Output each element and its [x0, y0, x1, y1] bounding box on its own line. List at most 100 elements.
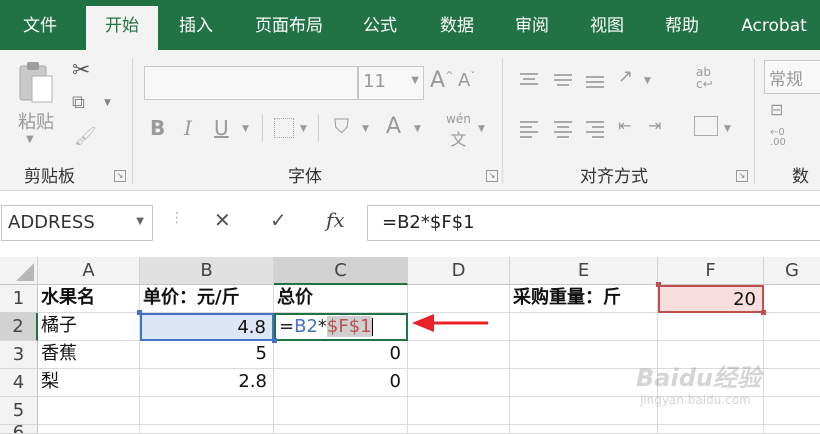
- row-header-1[interactable]: 1: [0, 285, 38, 313]
- cell-a4[interactable]: 梨: [38, 369, 140, 397]
- tab-view[interactable]: 视图: [573, 0, 641, 50]
- merge-dropdown-icon[interactable]: ▼: [724, 124, 731, 134]
- column-header-g[interactable]: G: [764, 257, 820, 285]
- underline-icon[interactable]: U: [214, 116, 229, 140]
- cell-b5[interactable]: [140, 397, 274, 425]
- font-size-combo[interactable]: 11 ▼: [358, 66, 424, 100]
- align-right-icon[interactable]: [584, 118, 606, 144]
- cell-c6[interactable]: [274, 425, 408, 434]
- cell-d6[interactable]: [408, 425, 510, 434]
- cell-d1[interactable]: [408, 285, 510, 313]
- phonetic-dropdown-icon[interactable]: ▼: [478, 124, 485, 134]
- row-header-4[interactable]: 4: [0, 369, 38, 397]
- cancel-icon[interactable]: ✕: [214, 208, 231, 232]
- tab-file[interactable]: 文件: [0, 0, 80, 50]
- cell-d4[interactable]: [408, 369, 510, 397]
- fill-color-dropdown-icon[interactable]: ▼: [362, 124, 369, 134]
- cell-a1[interactable]: 水果名: [38, 285, 140, 313]
- merge-center-icon[interactable]: [694, 116, 718, 136]
- column-header-c[interactable]: C: [274, 257, 408, 285]
- borders-dropdown-icon[interactable]: ▼: [300, 124, 307, 134]
- name-box[interactable]: ADDRESS ▼: [1, 205, 153, 241]
- orientation-dropdown-icon[interactable]: ▼: [644, 76, 651, 86]
- font-launcher-icon[interactable]: ↘: [486, 170, 498, 182]
- chevron-down-icon[interactable]: ▼: [411, 75, 419, 86]
- cell-e2[interactable]: [510, 313, 658, 341]
- cell-f1[interactable]: 20: [658, 285, 764, 313]
- cell-b3[interactable]: 5: [140, 341, 274, 369]
- cell-a5[interactable]: [38, 397, 140, 425]
- ref-handle[interactable]: [272, 338, 277, 343]
- alignment-launcher-icon[interactable]: ↘: [736, 170, 748, 182]
- column-header-d[interactable]: D: [408, 257, 510, 285]
- enter-icon[interactable]: ✓: [270, 208, 287, 232]
- cell-b4[interactable]: 2.8: [140, 369, 274, 397]
- cell-b6[interactable]: [140, 425, 274, 434]
- row-header-6[interactable]: 6: [0, 425, 38, 434]
- formula-input[interactable]: =B2*$F$1: [367, 205, 820, 241]
- tab-help[interactable]: 帮助: [648, 0, 716, 50]
- accounting-format-icon[interactable]: ⊟: [770, 100, 783, 119]
- tab-review[interactable]: 审阅: [498, 0, 566, 50]
- increase-indent-icon[interactable]: ⇥: [648, 116, 661, 135]
- cell-b2[interactable]: 4.8: [140, 313, 274, 341]
- fill-color-icon[interactable]: ⛉: [334, 114, 349, 138]
- cell-c2-edit[interactable]: =B2*$F$1: [274, 313, 408, 341]
- tab-formulas[interactable]: 公式: [345, 0, 415, 50]
- cell-a2[interactable]: 橘子: [38, 313, 140, 341]
- row-header-3[interactable]: 3: [0, 341, 38, 369]
- paste-label[interactable]: 粘贴: [18, 108, 54, 134]
- tab-insert[interactable]: 插入: [162, 0, 230, 50]
- paste-icon[interactable]: [16, 60, 56, 108]
- tab-acrobat[interactable]: Acrobat: [728, 0, 820, 50]
- cell-c4[interactable]: 0: [274, 369, 408, 397]
- cell-a3[interactable]: 香蕉: [38, 341, 140, 369]
- select-all-corner[interactable]: [0, 257, 38, 285]
- copy-icon[interactable]: ⧉: [72, 92, 85, 113]
- tab-home[interactable]: 开始: [86, 6, 158, 50]
- column-header-f[interactable]: F: [658, 257, 764, 285]
- underline-dropdown-icon[interactable]: ▼: [242, 124, 249, 134]
- formula-bar-grip-icon[interactable]: ⋮: [170, 210, 184, 226]
- increase-decimal-icon[interactable]: ←0.00: [770, 128, 786, 148]
- font-color-dropdown-icon[interactable]: ▼: [414, 124, 421, 134]
- format-painter-icon[interactable]: 🖌: [74, 126, 97, 147]
- phonetic-guide-icon[interactable]: wén 文: [446, 112, 471, 150]
- align-center-icon[interactable]: [552, 118, 574, 144]
- cell-g2[interactable]: [764, 313, 820, 341]
- paste-dropdown-icon[interactable]: ▼: [26, 134, 34, 145]
- row-header-2[interactable]: 2: [0, 313, 38, 341]
- tab-data[interactable]: 数据: [423, 0, 491, 50]
- column-header-e[interactable]: E: [510, 257, 658, 285]
- cut-icon[interactable]: ✂: [72, 58, 90, 83]
- font-name-combo[interactable]: [144, 66, 358, 100]
- decrease-indent-icon[interactable]: ⇤: [618, 116, 631, 135]
- align-bottom-icon[interactable]: [584, 70, 606, 96]
- cell-c3[interactable]: 0: [274, 341, 408, 369]
- cell-c1[interactable]: 总价: [274, 285, 408, 313]
- align-left-icon[interactable]: [518, 118, 540, 144]
- cell-e1[interactable]: 采购重量：斤: [510, 285, 658, 313]
- ref-handle[interactable]: [761, 310, 766, 315]
- grow-font-icon[interactable]: A^: [430, 68, 453, 93]
- align-middle-icon[interactable]: [552, 70, 574, 96]
- shrink-font-icon[interactable]: Aˇ: [458, 70, 475, 91]
- wrap-text-icon[interactable]: ab c↩: [696, 66, 713, 90]
- font-color-icon[interactable]: A: [386, 114, 401, 139]
- column-header-a[interactable]: A: [38, 257, 140, 285]
- cell-d5[interactable]: [408, 397, 510, 425]
- cell-f2[interactable]: [658, 313, 764, 341]
- clipboard-launcher-icon[interactable]: ↘: [114, 170, 126, 182]
- cell-c5[interactable]: [274, 397, 408, 425]
- cell-e6[interactable]: [510, 425, 658, 434]
- copy-dropdown-icon[interactable]: ▼: [104, 98, 111, 108]
- insert-function-icon[interactable]: fx: [326, 208, 345, 232]
- tab-page-layout[interactable]: 页面布局: [240, 0, 338, 50]
- cell-g6[interactable]: [764, 425, 820, 434]
- italic-icon[interactable]: I: [184, 116, 192, 140]
- row-header-5[interactable]: 5: [0, 397, 38, 425]
- bold-icon[interactable]: B: [150, 116, 165, 140]
- cell-a6[interactable]: [38, 425, 140, 434]
- align-top-icon[interactable]: [518, 70, 540, 96]
- cell-b1[interactable]: 单价：元/斤: [140, 285, 274, 313]
